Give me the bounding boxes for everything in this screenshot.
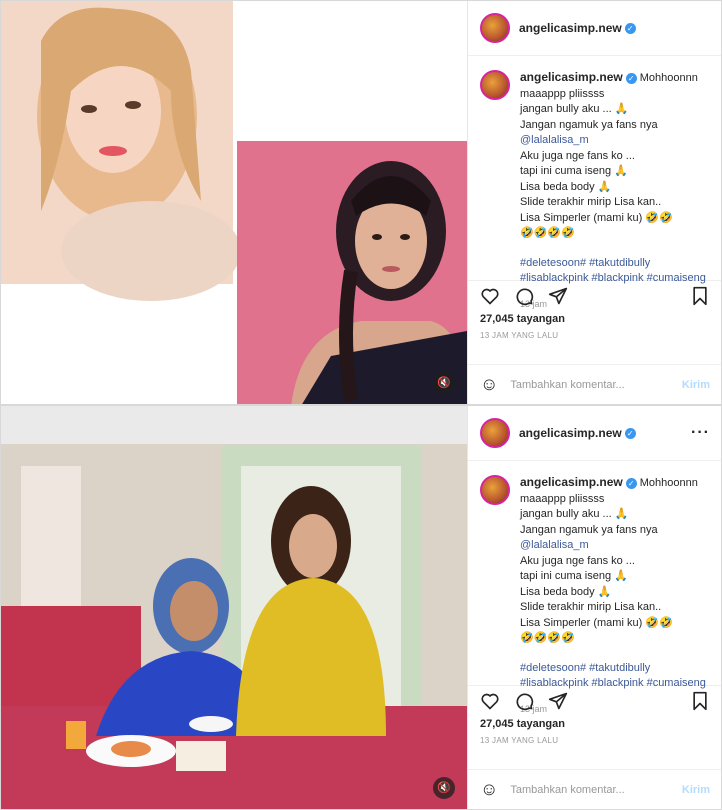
caption-line: Jangan ngamuk ya fans nya: [520, 118, 658, 131]
view-count[interactable]: 27,045 tayangan: [468, 716, 721, 730]
more-icon[interactable]: ···: [691, 424, 710, 442]
send-button[interactable]: Kirim: [682, 784, 710, 796]
caption-line: Slide terakhir mirip Lisa kan..: [520, 196, 662, 208]
share-icon[interactable]: [548, 691, 568, 711]
username[interactable]: angelicasimp.new: [519, 21, 622, 35]
mute-icon[interactable]: 🔇: [433, 777, 455, 799]
mention-link[interactable]: @lalalalisa_m: [520, 538, 706, 554]
caption-line: tapi ini cuma iseng 🙏: [520, 570, 628, 582]
avatar[interactable]: [480, 13, 510, 43]
post-age: 13 JAM YANG LALU: [480, 736, 559, 745]
caption-line: 🤣🤣🤣🤣: [520, 227, 575, 239]
heart-icon[interactable]: [480, 691, 500, 711]
media-photo-restaurant: [1, 406, 467, 809]
caption-line: Lisa Simperler (mami ku) 🤣🤣: [520, 211, 673, 224]
caption-line: Aku juga nge fans ko ...: [520, 554, 635, 567]
caption-line: 🤣🤣🤣🤣: [520, 632, 575, 644]
caption-line: Lisa beda body 🙏: [520, 180, 612, 193]
emoji-icon[interactable]: ☺: [480, 374, 498, 395]
mute-icon[interactable]: 🔇: [433, 372, 455, 394]
caption-line: Aku juga nge fans ko ...: [520, 149, 635, 162]
mention-link[interactable]: @lalalalisa_m: [520, 133, 706, 149]
caption-username[interactable]: angelicasimp.new: [520, 475, 623, 489]
verified-icon: ✓: [625, 72, 637, 84]
username[interactable]: angelicasimp.new: [519, 426, 622, 440]
comment-input[interactable]: [508, 377, 682, 392]
post-sidebar-1: angelicasimp.new ✓ angelicasimp.new ✓ Moh…: [467, 1, 721, 404]
caption: angelicasimp.new ✓ Mohhoonnn maaappp plii…: [468, 56, 721, 309]
caption: angelicasimp.new ✓ Mohhoonnn maaappp plii…: [468, 461, 721, 714]
comment-input[interactable]: [508, 782, 682, 797]
comment-icon[interactable]: [514, 691, 534, 711]
caption-line: maaappp pliissss: [520, 87, 605, 100]
post-1: 🔇 angelicasimp.new ✓ angelicasimp.new ✓ M…: [0, 0, 722, 405]
avatar[interactable]: [480, 70, 510, 100]
caption-line: Jangan ngamuk ya fans nya: [520, 523, 658, 536]
bookmark-icon[interactable]: [690, 691, 710, 711]
avatar[interactable]: [480, 475, 510, 505]
hashtag-link[interactable]: #lisablackpink #blackpink #cumaiseng: [520, 676, 706, 692]
bookmark-icon[interactable]: [690, 286, 710, 306]
emoji-icon[interactable]: ☺: [480, 779, 498, 800]
comment-icon[interactable]: [514, 286, 534, 306]
hashtag-link[interactable]: #deletesoon# #takutdibully: [520, 256, 706, 272]
post-media-1[interactable]: 🔇: [1, 1, 467, 404]
avatar[interactable]: [480, 418, 510, 448]
caption-line: Lisa Simperler (mami ku) 🤣🤣: [520, 616, 673, 629]
verified-icon: ✓: [624, 22, 636, 34]
caption-line: tapi ini cuma iseng 🙏: [520, 165, 628, 177]
comment-bar: ☺ Kirim: [468, 769, 721, 809]
verified-icon: ✓: [625, 477, 637, 489]
verified-icon: ✓: [624, 427, 636, 439]
caption-text: Mohhoonnn: [639, 72, 698, 84]
caption-line: maaappp pliissss: [520, 492, 605, 505]
post-media-2[interactable]: 🔇: [1, 406, 467, 809]
heart-icon[interactable]: [480, 286, 500, 306]
post-header: angelicasimp.new ✓: [468, 1, 721, 56]
send-button[interactable]: Kirim: [682, 379, 710, 391]
post-header: angelicasimp.new ✓ ···: [468, 406, 721, 461]
post-age: 13 JAM YANG LALU: [480, 331, 559, 340]
comment-bar: ☺ Kirim: [468, 364, 721, 404]
post-sidebar-2: angelicasimp.new ✓ ··· angelicasimp.new ✓…: [467, 406, 721, 809]
caption-line: Lisa beda body 🙏: [520, 585, 612, 598]
share-icon[interactable]: [548, 286, 568, 306]
media-photo-collage: [1, 1, 467, 404]
caption-line: jangan bully aku ... 🙏: [520, 103, 629, 115]
caption-line: Slide terakhir mirip Lisa kan..: [520, 601, 662, 613]
post-2: 🔇 angelicasimp.new ✓ ··· angelicasimp.ne…: [0, 405, 722, 810]
caption-username[interactable]: angelicasimp.new: [520, 70, 623, 84]
caption-line: jangan bully aku ... 🙏: [520, 508, 629, 520]
hashtag-link[interactable]: #deletesoon# #takutdibully: [520, 661, 706, 677]
view-count[interactable]: 27,045 tayangan: [468, 311, 721, 325]
caption-text: Mohhoonnn: [639, 477, 698, 489]
hashtag-link[interactable]: #lisablackpink #blackpink #cumaiseng: [520, 271, 706, 287]
